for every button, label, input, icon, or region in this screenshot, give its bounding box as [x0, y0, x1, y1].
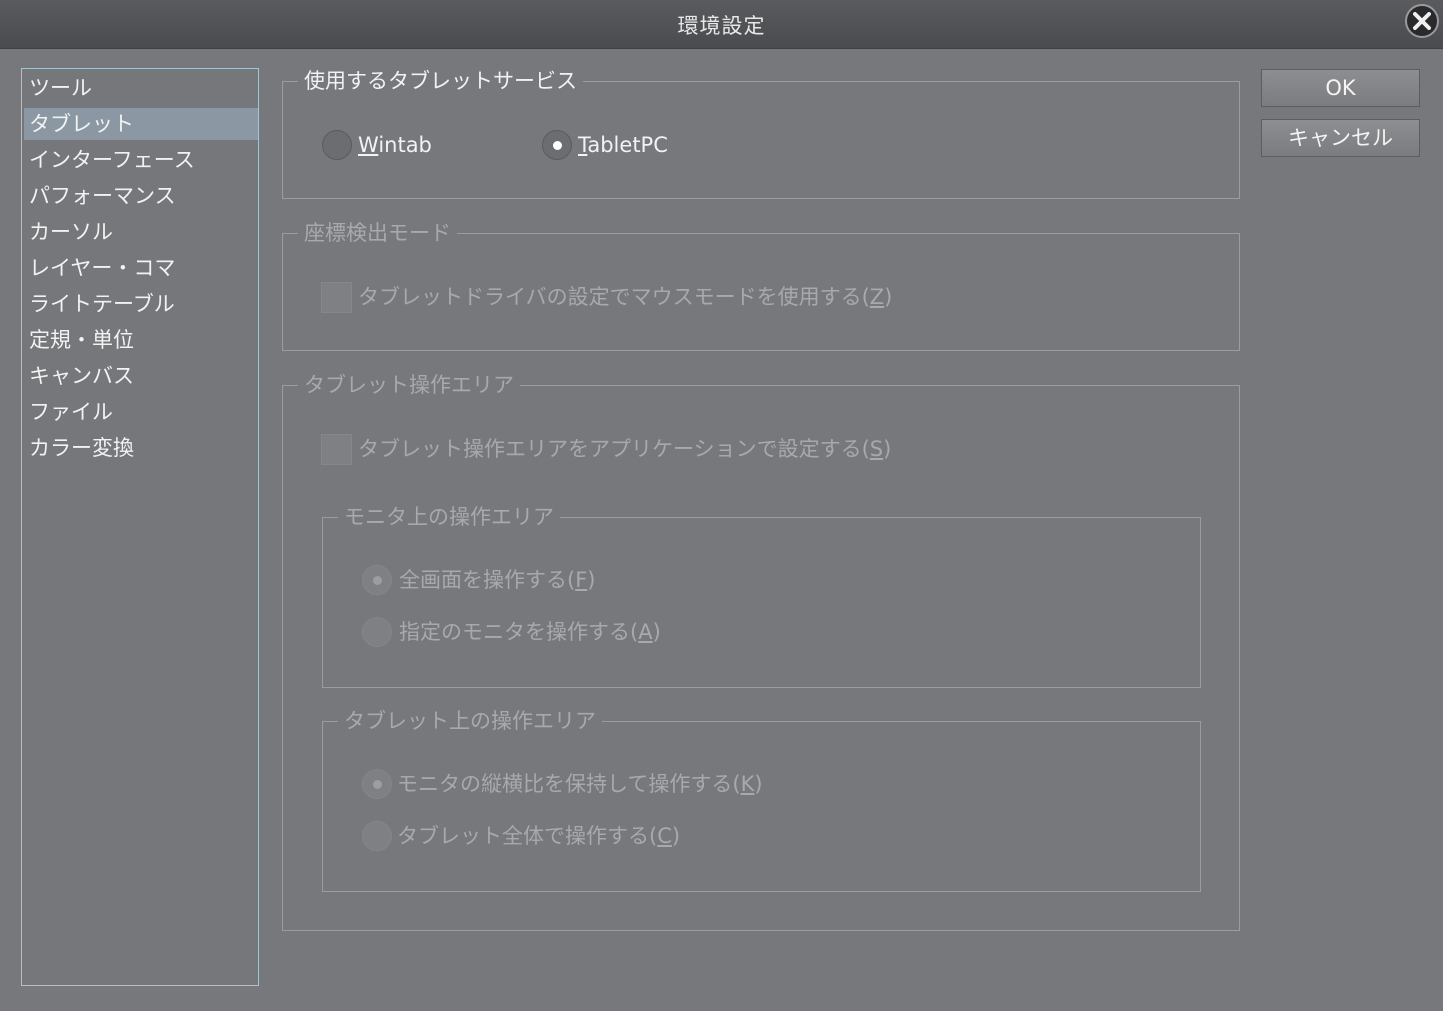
sidebar-item-layer-frame[interactable]: レイヤー・コマ — [24, 252, 258, 284]
close-button[interactable] — [1405, 4, 1439, 38]
radio-selected-dot — [373, 780, 382, 789]
mouse-mode-label[interactable]: タブレットドライバの設定でマウスモードを使用する(Z) — [358, 282, 892, 312]
category-list: ツール タブレット インターフェース パフォーマンス カーソル レイヤー・コマ … — [21, 68, 259, 986]
sidebar-item-tablet[interactable]: タブレット — [24, 108, 258, 140]
app-setting-label[interactable]: タブレット操作エリアをアプリケーションで設定する(S) — [358, 434, 891, 464]
whole-tablet-radio[interactable] — [362, 821, 392, 851]
full-screen-label[interactable]: 全画面を操作する(F) — [399, 565, 596, 595]
ok-button[interactable]: OK — [1261, 69, 1420, 107]
title-bar: 環境設定 — [0, 0, 1443, 49]
sidebar-item-performance[interactable]: パフォーマンス — [24, 180, 258, 212]
tablet-area-group: タブレット操作エリア タブレット操作エリアをアプリケーションで設定する(S) モ… — [282, 370, 1240, 931]
sidebar-item-interface[interactable]: インターフェース — [24, 144, 258, 176]
wintab-label[interactable]: Wintab — [358, 130, 432, 160]
app-setting-checkbox[interactable] — [321, 434, 352, 465]
coord-mode-group: 座標検出モード タブレットドライバの設定でマウスモードを使用する(Z) — [282, 218, 1240, 351]
specified-monitor-radio[interactable] — [362, 617, 392, 647]
sidebar-item-ruler-unit[interactable]: 定規・単位 — [24, 324, 258, 356]
radio-selected-dot — [553, 141, 562, 150]
tablet-service-group: 使用するタブレットサービス Wintab TabletPC — [282, 66, 1240, 199]
wintab-radio[interactable] — [322, 130, 352, 160]
whole-tablet-label[interactable]: タブレット全体で操作する(C) — [397, 821, 680, 851]
coord-mode-title: 座標検出モード — [298, 218, 457, 248]
keep-ratio-radio[interactable] — [362, 769, 392, 799]
preferences-dialog: 環境設定 ツール タブレット インターフェース パフォーマンス カーソル レイヤ… — [0, 0, 1443, 1011]
monitor-area-title: モニタ上の操作エリア — [338, 502, 560, 532]
window-title: 環境設定 — [677, 14, 766, 38]
mouse-mode-checkbox[interactable] — [321, 282, 352, 313]
tabletpc-radio[interactable] — [542, 130, 572, 160]
tablet-surface-area-group: タブレット上の操作エリア モニタの縦横比を保持して操作する(K) タブレット全体… — [322, 706, 1201, 892]
sidebar-item-light-table[interactable]: ライトテーブル — [24, 288, 258, 320]
sidebar-item-color-conversion[interactable]: カラー変換 — [24, 432, 258, 464]
tablet-surface-area-title: タブレット上の操作エリア — [338, 706, 602, 736]
monitor-area-group: モニタ上の操作エリア 全画面を操作する(F) 指定のモニタを操作する(A) — [322, 502, 1201, 688]
radio-selected-dot — [373, 576, 382, 585]
sidebar-item-file[interactable]: ファイル — [24, 396, 258, 428]
tablet-area-title: タブレット操作エリア — [298, 370, 520, 400]
specified-monitor-label[interactable]: 指定のモニタを操作する(A) — [399, 617, 661, 647]
close-icon — [1413, 12, 1431, 30]
keep-ratio-label[interactable]: モニタの縦横比を保持して操作する(K) — [397, 769, 763, 799]
sidebar-item-cursor[interactable]: カーソル — [24, 216, 258, 248]
sidebar-item-tool[interactable]: ツール — [24, 72, 258, 104]
sidebar-item-canvas[interactable]: キャンバス — [24, 360, 258, 392]
tablet-service-title: 使用するタブレットサービス — [298, 66, 583, 96]
full-screen-radio[interactable] — [362, 565, 392, 595]
cancel-button[interactable]: キャンセル — [1261, 119, 1420, 157]
tabletpc-label[interactable]: TabletPC — [578, 130, 668, 160]
